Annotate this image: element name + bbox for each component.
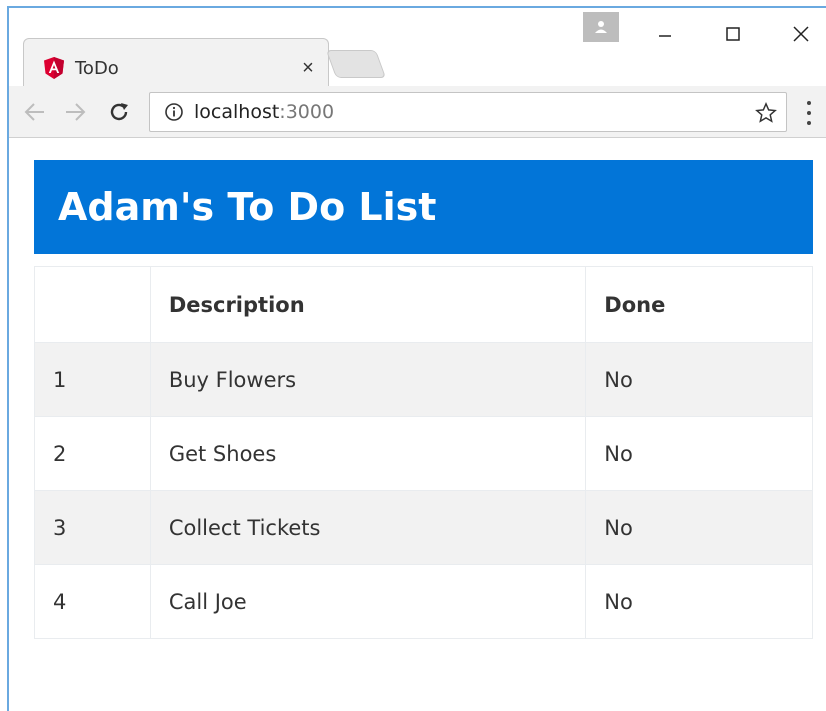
tab-content[interactable]: ToDo × (43, 54, 319, 82)
url-text: localhost:3000 (194, 101, 334, 123)
table-row: 4 Call Joe No (34, 564, 813, 639)
tab-close-icon[interactable]: × (297, 57, 319, 80)
column-header-description: Description (149, 266, 587, 343)
row-done: No (585, 490, 813, 565)
reload-icon[interactable] (103, 96, 135, 128)
table-row: 3 Collect Tickets No (34, 490, 813, 565)
url-port: :3000 (279, 101, 335, 123)
row-done: No (585, 416, 813, 491)
url-host: localhost (194, 101, 280, 123)
row-number: 2 (34, 416, 151, 491)
row-done: No (585, 564, 813, 639)
tab-title: ToDo (75, 57, 119, 79)
page-header: Adam's To Do List (34, 160, 813, 254)
page-content: Adam's To Do List Description Done 1 Buy… (34, 160, 813, 639)
browser-toolbar: localhost:3000 (9, 86, 826, 138)
row-number: 1 (34, 342, 151, 417)
info-icon[interactable] (164, 102, 184, 122)
close-icon[interactable] (781, 18, 821, 50)
table-header-row: Description Done (34, 266, 813, 343)
column-header-done: Done (585, 266, 813, 343)
row-description: Get Shoes (149, 416, 587, 491)
table-row: 2 Get Shoes No (34, 416, 813, 491)
row-done: No (585, 342, 813, 417)
address-bar[interactable]: localhost:3000 (149, 92, 787, 132)
maximize-icon[interactable] (713, 18, 753, 50)
browser-window: ToDo × localhost:3000 Adam's To Do List … (7, 6, 826, 711)
star-icon[interactable] (754, 101, 778, 125)
minimize-icon[interactable] (645, 18, 685, 50)
todo-table: Description Done 1 Buy Flowers No 2 Get … (34, 266, 813, 639)
table-row: 1 Buy Flowers No (34, 342, 813, 417)
row-description: Buy Flowers (149, 342, 587, 417)
title-bar: ToDo × (9, 8, 826, 88)
row-description: Collect Tickets (149, 490, 587, 565)
forward-arrow-icon[interactable] (59, 96, 91, 128)
row-number: 4 (34, 564, 151, 639)
row-description: Call Joe (149, 564, 587, 639)
person-icon[interactable] (583, 12, 619, 42)
new-tab-button[interactable] (325, 50, 387, 78)
kebab-menu-icon[interactable] (801, 98, 817, 128)
page-title: Adam's To Do List (58, 185, 437, 229)
angular-icon (43, 57, 65, 79)
column-header-number (34, 266, 151, 343)
row-number: 3 (34, 490, 151, 565)
back-arrow-icon[interactable] (19, 96, 51, 128)
